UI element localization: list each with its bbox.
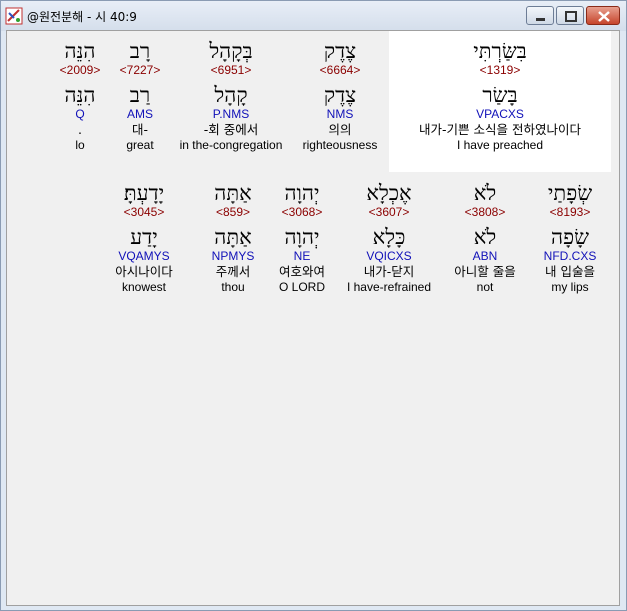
strong-number[interactable]: <3068> — [269, 205, 335, 220]
hebrew-word: צֶדֶק — [323, 39, 357, 63]
parse-code: Q — [75, 107, 85, 121]
close-button[interactable] — [586, 6, 620, 25]
korean-gloss: 대- — [131, 122, 148, 137]
parse-code: VQICXS — [366, 249, 412, 263]
hebrew-lemma: כָּלָא — [372, 225, 406, 249]
maximize-icon — [565, 11, 577, 22]
window-title: @원전분해 - 시 40:9 — [27, 10, 137, 24]
english-gloss: knowest — [121, 280, 167, 294]
english-gloss: in the-congregation — [179, 138, 283, 152]
word-tsedeq[interactable]: צֶדֶק <6664> צֶדֶק NMS 의의 righteousness — [297, 39, 383, 153]
korean-gloss: 아시나이다 — [115, 264, 173, 279]
hebrew-word: בִּשַּׂרְתִּי — [473, 39, 527, 63]
word-beqahal[interactable]: בְּקָהָל <6951> קָהָל P.NMS -회 중에서 in th… — [170, 39, 292, 153]
english-gloss: not — [476, 280, 494, 294]
word-sephatay[interactable]: שְׂפָתַי <8193> שָׂפָה NFD.CXS 내 입술을 my … — [535, 181, 605, 295]
hebrew-word: יָדָעְתָּ׃ — [123, 181, 165, 205]
strong-number[interactable]: <1319> — [389, 63, 611, 78]
hebrew-lemma: הִנֵּה — [64, 83, 96, 107]
minimize-button[interactable] — [526, 6, 554, 25]
strong-number[interactable]: <6951> — [170, 63, 292, 78]
app-window: @원전분해 - 시 40:9 הִנֵּה <2009> הִנֵּה Q . … — [0, 0, 627, 611]
parse-code: P.NMS — [212, 107, 250, 121]
korean-gloss: 여호와여 — [278, 264, 325, 279]
interlinear-panel[interactable]: הִנֵּה <2009> הִנֵּה Q . lo רָב <7227> ר… — [6, 30, 620, 606]
parse-code: AMS — [126, 107, 153, 121]
english-gloss: righteousness — [302, 138, 378, 152]
hebrew-lemma: יָדַע — [130, 225, 158, 249]
hebrew-lemma: בָּשַׂר — [482, 83, 518, 107]
word-rav[interactable]: רָב <7227> רַב AMS 대- great — [113, 39, 167, 153]
korean-gloss: -회 중에서 — [203, 122, 259, 137]
strong-number[interactable]: <3045> — [99, 205, 189, 220]
hebrew-word: שְׂפָתַי — [547, 181, 593, 205]
parse-code: NE — [293, 249, 311, 263]
hebrew-lemma: לֹא — [473, 225, 497, 249]
parse-code: ABN — [472, 249, 498, 263]
word-yadata[interactable]: יָדָעְתָּ׃ <3045> יָדַע VQAMYS 아시나이다 kno… — [99, 181, 189, 295]
hebrew-word: אַתָּה — [214, 181, 252, 205]
parse-code: VQAMYS — [118, 249, 170, 263]
hebrew-word: יְהוָה — [284, 181, 320, 205]
word-lo[interactable]: לֹא <3808> לֹא ABN 아니할 줄을 not — [441, 181, 529, 295]
korean-gloss: . — [78, 122, 82, 137]
app-icon — [5, 7, 23, 25]
hebrew-lemma: אַתָּה — [214, 225, 252, 249]
english-gloss: lo — [75, 138, 85, 152]
title-bar[interactable]: @원전분해 - 시 40:9 — [1, 1, 626, 31]
korean-gloss: 아니할 줄을 — [454, 264, 516, 279]
korean-gloss: 의의 — [328, 122, 352, 137]
strong-number[interactable]: <859> — [199, 205, 267, 220]
hebrew-word: אֶכְלָא — [366, 181, 412, 205]
minimize-icon — [536, 18, 545, 21]
word-bissarti[interactable]: בִּשַּׂרְתִּי <1319> בָּשַׂר VPACXS 내가-기… — [389, 39, 611, 153]
english-gloss: great — [126, 138, 154, 152]
hebrew-lemma: רַב — [129, 83, 151, 107]
word-hinneh[interactable]: הִנֵּה <2009> הִנֵּה Q . lo — [47, 39, 113, 153]
strong-number[interactable]: <6664> — [297, 63, 383, 78]
korean-gloss: 내가-닫지 — [363, 264, 415, 279]
parse-code: VPACXS — [476, 107, 524, 121]
english-gloss: my lips — [551, 280, 589, 294]
english-gloss: O LORD — [278, 280, 325, 294]
strong-number[interactable]: <8193> — [535, 205, 605, 220]
strong-number[interactable]: <7227> — [113, 63, 167, 78]
hebrew-word: בְּקָהָל — [209, 39, 253, 63]
maximize-button[interactable] — [556, 6, 584, 25]
korean-gloss: 주께서 — [215, 264, 251, 279]
parse-code: NMS — [326, 107, 354, 121]
english-gloss: thou — [221, 280, 245, 294]
hebrew-lemma: שָׂפָה — [551, 225, 589, 249]
english-gloss: I have-refrained — [346, 280, 432, 294]
parse-code: NPMYS — [211, 249, 255, 263]
hebrew-word: רָב — [129, 39, 151, 63]
korean-gloss: 내 입술을 — [545, 264, 595, 279]
hebrew-lemma: יְהוָה — [284, 225, 320, 249]
hebrew-word: הִנֵּה — [64, 39, 96, 63]
strong-number[interactable]: <2009> — [47, 63, 113, 78]
strong-number[interactable]: <3808> — [441, 205, 529, 220]
word-ekhla[interactable]: אֶכְלָא <3607> כָּלָא VQICXS 내가-닫지 I hav… — [341, 181, 437, 295]
hebrew-lemma: קָהָל — [214, 83, 248, 107]
close-icon — [598, 11, 610, 22]
english-gloss: I have preached — [456, 138, 544, 152]
hebrew-lemma: צֶדֶק — [323, 83, 357, 107]
strong-number[interactable]: <3607> — [341, 205, 437, 220]
hebrew-word: לֹא — [473, 181, 497, 205]
word-attah[interactable]: אַתָּה <859> אַתָּה NPMYS 주께서 thou — [199, 181, 267, 295]
korean-gloss: 내가-기쁜 소식을 전하였나이다 — [419, 122, 581, 137]
word-yhwh[interactable]: יְהוָה <3068> יְהוָה NE 여호와여 O LORD — [269, 181, 335, 295]
parse-code: NFD.CXS — [543, 249, 597, 263]
